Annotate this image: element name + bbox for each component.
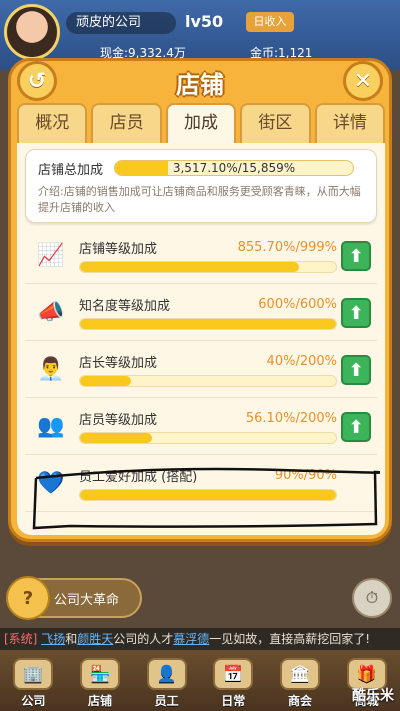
clock-icon[interactable]: ⏱	[352, 578, 392, 618]
close-icon: ✕	[353, 68, 373, 94]
item-value: 600%/600%	[258, 296, 337, 312]
item-progress-bar	[79, 432, 337, 444]
list-item: 👥 店员等级加成 56.10%/200% ⬆	[25, 398, 377, 455]
total-bonus-value: 3,517.10%/15,859%	[172, 161, 296, 175]
ticker-text: 和	[65, 632, 78, 646]
list-item: 💙 员工爱好加成 (搭配) 90%/90%	[25, 455, 377, 512]
item-progress-fill	[80, 319, 336, 329]
arrow-up-icon: ⬆	[348, 416, 364, 438]
tab-details[interactable]: 详情	[314, 103, 386, 143]
item-progress-bar	[79, 375, 337, 387]
megaphone-icon: 📣	[37, 299, 65, 325]
upgrade-button[interactable]: ⬆	[341, 298, 371, 328]
upgrade-button[interactable]: ⬆	[341, 241, 371, 271]
nav-label: 店铺	[87, 693, 112, 708]
upgrade-button[interactable]: ⬆	[341, 412, 371, 442]
tab-bar: 概况 店员 加成 街区 详情	[17, 103, 386, 143]
item-value: 56.10%/200%	[245, 410, 337, 426]
upgrade-button[interactable]: ⬆	[341, 355, 371, 385]
bonus-content: 店铺总加成 3,517.10%/15,859% 介绍:店铺的销售加成可让店铺商品…	[17, 143, 385, 535]
arrow-up-icon: ⬆	[348, 302, 364, 324]
tab-bonus[interactable]: 加成	[165, 103, 237, 143]
heart-icon: 💙	[37, 470, 65, 496]
item-progress-fill	[80, 433, 152, 443]
company-revolution-button[interactable]: ? 公司大革命	[6, 576, 142, 620]
nav-employees[interactable]: 👤 员工	[139, 653, 195, 709]
item-progress-fill	[80, 262, 300, 272]
ticker-link[interactable]: 飞扬	[41, 632, 65, 646]
question-mark-icon: ?	[6, 576, 50, 620]
ticker-text: 一见如故，直接高薪挖回家了!	[209, 632, 371, 646]
bonus-list: 📈 店铺等级加成 855.70%/999% ⬆ 📣 知名度等级加成 600%/6…	[25, 227, 377, 512]
building-icon: 🏢	[13, 657, 54, 690]
arrow-up-icon: ⬆	[348, 359, 364, 381]
ticker-link[interactable]: 慕浮德	[173, 632, 209, 646]
item-name: 员工爱好加成 (搭配)	[79, 469, 198, 485]
company-name: 顽皮的公司	[66, 12, 176, 34]
list-item: 📣 知名度等级加成 600%/600% ⬆	[25, 284, 377, 341]
avatar[interactable]	[4, 4, 60, 60]
item-name: 店员等级加成	[79, 412, 158, 428]
daily-income-button[interactable]: 日收入	[246, 12, 294, 32]
item-progress-bar	[79, 261, 337, 273]
item-value: 40%/200%	[266, 353, 337, 369]
nav-daily[interactable]: 📅 日常	[205, 653, 261, 709]
arrow-up-icon: ⬆	[348, 245, 364, 267]
watermark: 酷乐米	[352, 688, 394, 704]
store-icon: 🏪	[79, 657, 120, 690]
person-icon: 👤	[146, 657, 187, 690]
nav-store[interactable]: 🏪 店铺	[72, 653, 128, 709]
item-value: 855.70%/999%	[237, 239, 337, 255]
item-name: 店铺等级加成	[79, 241, 158, 257]
total-bonus-label: 店铺总加成	[38, 162, 104, 178]
calendar-icon: 📅	[213, 657, 254, 690]
panel-title: 店铺	[176, 71, 224, 99]
item-name: 店长等级加成	[79, 355, 158, 371]
total-bonus-card: 店铺总加成 3,517.10%/15,859% 介绍:店铺的销售加成可让店铺商品…	[25, 149, 377, 223]
news-ticker: [系统] 飞扬和颜胜天公司的人才慕浮德一见如故，直接高薪挖回家了!	[0, 628, 400, 650]
ticker-system-tag: [系统]	[4, 632, 38, 646]
store-panel: ↺ 店铺 ✕ 概况 店员 加成 街区 详情 店铺总加成 3,517.10%/15…	[8, 58, 392, 542]
nav-chamber[interactable]: 🏛 商会	[272, 653, 328, 709]
staff-icon: 👥	[37, 413, 65, 439]
ticker-text: 公司的人才	[113, 632, 174, 646]
nav-company[interactable]: 🏢 公司	[5, 653, 61, 709]
tab-overview[interactable]: 概况	[17, 103, 88, 143]
item-progress-bar	[79, 489, 337, 501]
item-progress-fill	[80, 376, 132, 386]
bottom-nav: 🏢 公司 🏪 店铺 👤 员工 📅 日常 🏛 商会 🎁 商城	[0, 650, 400, 711]
nav-label: 公司	[21, 693, 46, 708]
total-bonus-bar: 3,517.10%/15,859%	[114, 160, 354, 176]
guild-icon: 🏛	[279, 657, 320, 690]
revolution-label: 公司大革命	[54, 592, 120, 608]
item-name: 知名度等级加成	[79, 298, 171, 314]
item-progress-bar	[79, 318, 337, 330]
nav-label: 日常	[221, 693, 246, 708]
tab-staff[interactable]: 店员	[91, 103, 162, 143]
tab-district[interactable]: 街区	[240, 103, 311, 143]
total-bonus-description: 介绍:店铺的销售加成可让店铺商品和服务更受顾客青睐，从而大幅提升店铺的收入	[38, 185, 361, 214]
list-item: 👨‍💼 店长等级加成 40%/200% ⬆	[25, 341, 377, 398]
chart-icon: 📈	[37, 242, 65, 268]
item-progress-fill	[80, 490, 336, 500]
level-label: lv50	[185, 12, 224, 31]
nav-label: 商会	[287, 693, 312, 708]
list-item: 📈 店铺等级加成 855.70%/999% ⬆	[25, 227, 377, 284]
manager-icon: 👨‍💼	[37, 356, 65, 382]
ticker-link[interactable]: 颜胜天	[77, 632, 113, 646]
item-value: 90%/90%	[274, 467, 337, 483]
close-button[interactable]: ✕	[343, 61, 383, 101]
nav-label: 员工	[154, 693, 179, 708]
